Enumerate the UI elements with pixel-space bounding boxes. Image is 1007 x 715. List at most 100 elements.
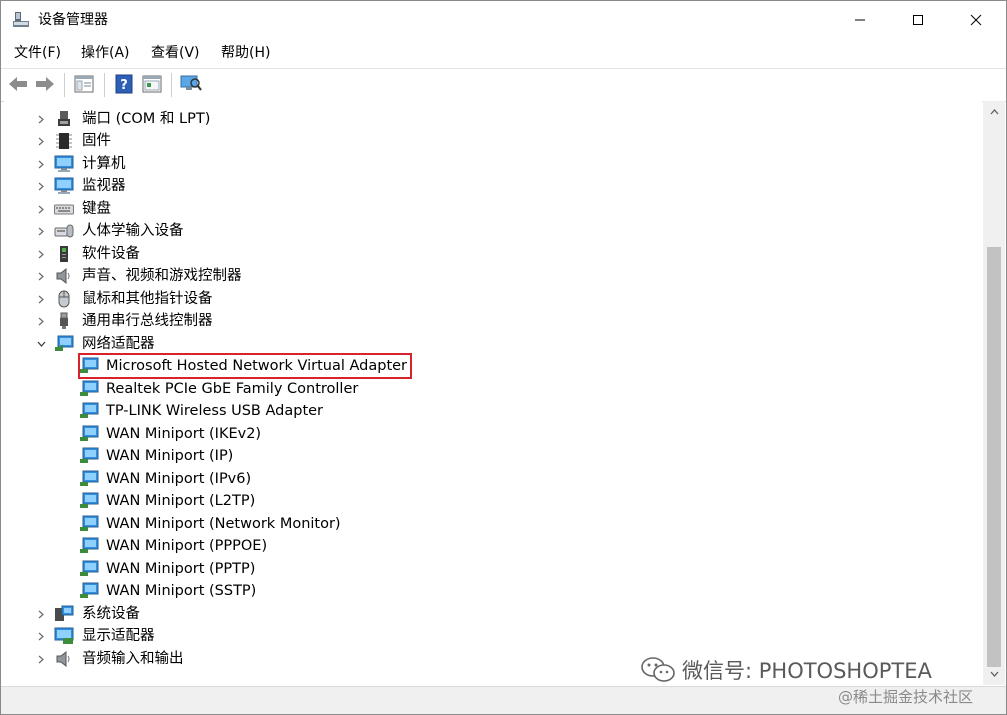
title-bar[interactable]: 设备管理器: [1, 1, 1006, 39]
toolbar: ?: [1, 68, 1006, 102]
scrollbar-thumb[interactable]: [987, 247, 1001, 667]
network-adapter-icon: [79, 402, 99, 420]
back-button[interactable]: [7, 73, 29, 95]
menu-action[interactable]: 操作(A): [78, 43, 133, 63]
tree-item-label: 软件设备: [82, 246, 140, 262]
vertical-scrollbar[interactable]: [983, 101, 1005, 685]
network-adapter-row[interactable]: WAN Miniport (IPv6): [4, 468, 982, 490]
network-adapter-row[interactable]: WAN Miniport (IKEv2): [4, 423, 982, 445]
network-adapter-icon: [79, 492, 99, 510]
network-adapter-icon: [79, 515, 99, 533]
chevron-right-icon[interactable]: [35, 314, 47, 328]
wechat-watermark-text: 微信号: PHOTOSHOPTEA: [682, 659, 932, 683]
tree-item-label: 音频输入和输出: [82, 651, 184, 667]
chevron-right-icon[interactable]: [35, 202, 47, 216]
scroll-up-button[interactable]: [983, 103, 1005, 121]
tree-item-label: WAN Miniport (Network Monitor): [106, 516, 341, 532]
menu-bar: 文件(F) 操作(A) 查看(V) 帮助(H): [1, 39, 1006, 67]
chevron-right-icon[interactable]: [35, 629, 47, 643]
tree-item-network-adapters[interactable]: 网络适配器: [4, 333, 982, 355]
juejin-watermark: @稀土掘金技术社区: [838, 688, 974, 706]
tree-item-usb-controllers[interactable]: 通用串行总线控制器: [4, 310, 982, 332]
system-device-icon: [54, 605, 74, 623]
tree-item-label: WAN Miniport (SSTP): [106, 583, 257, 599]
chevron-down-icon: [990, 671, 998, 677]
properties-icon: [142, 75, 162, 93]
tree-item-firmware[interactable]: 固件: [4, 130, 982, 152]
tree-item-mice[interactable]: 鼠标和其他指针设备: [4, 288, 982, 310]
tree-item-label: WAN Miniport (PPPOE): [106, 538, 268, 554]
network-adapter-icon: [79, 470, 99, 488]
toolbar-separator: [171, 73, 172, 97]
display-adapter-icon: [54, 627, 74, 645]
network-adapter-row[interactable]: WAN Miniport (Network Monitor): [4, 513, 982, 535]
firmware-chip-icon: [54, 132, 74, 150]
network-adapter-icon: [79, 425, 99, 443]
maximize-button[interactable]: [889, 1, 947, 39]
tree-item-system-devices[interactable]: 系统设备: [4, 603, 982, 625]
menu-help[interactable]: 帮助(H): [218, 43, 273, 63]
monitor-icon: [54, 177, 74, 195]
close-button[interactable]: [947, 1, 1005, 39]
computer-icon: [54, 155, 74, 173]
network-adapter-row[interactable]: WAN Miniport (PPPOE): [4, 535, 982, 557]
tree-item-label: 人体学输入设备: [82, 223, 184, 239]
properties-button[interactable]: [141, 73, 163, 95]
device-manager-app-icon: [12, 11, 30, 29]
tree-item-computer[interactable]: 计算机: [4, 153, 982, 175]
console-tree-icon: [74, 75, 94, 93]
scroll-down-button[interactable]: [983, 665, 1005, 683]
chevron-right-icon[interactable]: [35, 247, 47, 261]
toolbar-separator: [104, 73, 105, 97]
close-icon: [970, 14, 982, 26]
show-hide-console-tree-button[interactable]: [73, 73, 95, 95]
network-adapter-row[interactable]: TP-LINK Wireless USB Adapter: [4, 400, 982, 422]
usb-icon: [54, 312, 74, 330]
network-adapter-row[interactable]: WAN Miniport (IP): [4, 445, 982, 467]
chevron-right-icon[interactable]: [35, 224, 47, 238]
tree-item-software-devices[interactable]: 软件设备: [4, 243, 982, 265]
chevron-right-icon[interactable]: [35, 607, 47, 621]
tree-item-ports[interactable]: 端口 (COM 和 LPT): [4, 108, 982, 130]
tree-item-label: 计算机: [82, 156, 126, 172]
tree-item-sound-video-game[interactable]: 声音、视频和游戏控制器: [4, 265, 982, 287]
network-adapter-row[interactable]: WAN Miniport (SSTP): [4, 580, 982, 602]
tree-item-display-adapters[interactable]: 显示适配器: [4, 625, 982, 647]
scan-hardware-button[interactable]: [180, 73, 202, 95]
network-adapter-icon: [79, 560, 99, 578]
tree-item-label: 通用串行总线控制器: [82, 313, 213, 329]
audio-io-icon: [54, 650, 74, 668]
network-adapter-row[interactable]: Realtek PCIe GbE Family Controller: [4, 378, 982, 400]
chevron-right-icon[interactable]: [35, 292, 47, 306]
forward-button[interactable]: [34, 73, 56, 95]
maximize-icon: [913, 15, 923, 25]
menu-file[interactable]: 文件(F): [11, 43, 64, 63]
chevron-right-icon[interactable]: [35, 112, 47, 126]
chevron-right-icon[interactable]: [35, 179, 47, 193]
chevron-right-icon[interactable]: [35, 269, 47, 283]
tree-item-label: 监视器: [82, 178, 126, 194]
chevron-right-icon[interactable]: [35, 157, 47, 171]
chevron-down-icon[interactable]: [35, 337, 47, 351]
menu-view[interactable]: 查看(V): [148, 43, 203, 63]
minimize-button[interactable]: [831, 1, 889, 39]
tree-item-monitors[interactable]: 监视器: [4, 175, 982, 197]
chevron-right-icon[interactable]: [35, 652, 47, 666]
tree-item-label: WAN Miniport (L2TP): [106, 493, 256, 509]
network-adapter-row[interactable]: WAN Miniport (PPTP): [4, 558, 982, 580]
chevron-right-icon[interactable]: [35, 134, 47, 148]
help-button[interactable]: ?: [113, 73, 135, 95]
device-tree[interactable]: 端口 (COM 和 LPT) 固件 计算机 监视器 键盘 人体学输入设备 软件设…: [4, 101, 982, 685]
tree-item-label: 键盘: [82, 201, 111, 217]
toolbar-separator: [64, 73, 65, 97]
window-title: 设备管理器: [38, 12, 108, 28]
port-icon: [54, 110, 74, 128]
tree-item-label: 固件: [82, 133, 111, 149]
tree-item-keyboards[interactable]: 键盘: [4, 198, 982, 220]
speaker-icon: [54, 267, 74, 285]
tree-item-hid[interactable]: 人体学输入设备: [4, 220, 982, 242]
network-adapter-icon: [79, 537, 99, 555]
minimize-icon: [855, 19, 865, 21]
network-adapter-row[interactable]: WAN Miniport (L2TP): [4, 490, 982, 512]
scan-hardware-icon: [180, 75, 202, 91]
